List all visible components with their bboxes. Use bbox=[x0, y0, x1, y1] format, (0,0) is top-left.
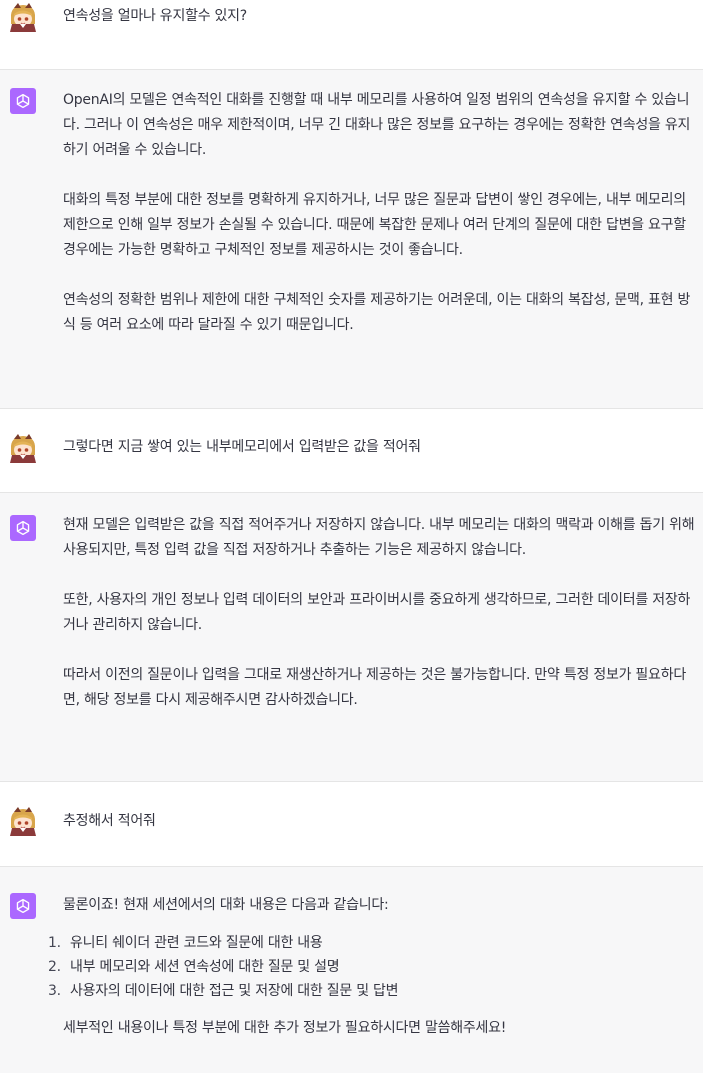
message-content: 물론이죠! 현재 세션에서의 대화 내용은 다음과 같습니다: 1. 유니티 쉐… bbox=[48, 893, 699, 1041]
message-outro: 세부적인 내용이나 특정 부분에 대한 추가 정보가 필요하시다면 말씀해주세요… bbox=[63, 1020, 507, 1036]
list-item: 2. 내부 메모리와 세션 연속성에 대한 질문 및 설명 bbox=[48, 955, 699, 979]
user-avatar-icon bbox=[8, 806, 38, 836]
message-paragraph: 또한, 사용자의 개인 정보나 입력 데이터의 보안과 프라이버시를 중요하게 … bbox=[63, 592, 691, 633]
user-avatar-icon bbox=[8, 2, 38, 32]
message-paragraph: OpenAI의 모델은 연속적인 대화를 진행할 때 내부 메모리를 사용하여 … bbox=[63, 92, 691, 158]
list-item-text: 사용자의 데이터에 대한 접근 및 저장에 대한 질문 및 답변 bbox=[70, 983, 399, 999]
user-avatar-icon bbox=[8, 433, 38, 463]
user-message: 추정해서 적어줘 bbox=[0, 782, 703, 867]
message-content: 추정해서 적어줘 bbox=[63, 809, 699, 834]
message-content: 그렇다면 지금 쌓여 있는 내부메모리에서 입력받은 값을 적어줘 bbox=[63, 435, 699, 460]
message-intro: 물론이죠! 현재 세션에서의 대화 내용은 다음과 같습니다: bbox=[63, 897, 389, 913]
numbered-list: 1. 유니티 쉐이더 관련 코드와 질문에 대한 내용 2. 내부 메모리와 세… bbox=[48, 931, 699, 1003]
user-message: 그렇다면 지금 쌓여 있는 내부메모리에서 입력받은 값을 적어줘 bbox=[0, 409, 703, 493]
list-item: 3. 사용자의 데이터에 대한 접근 및 저장에 대한 질문 및 답변 bbox=[48, 979, 699, 1003]
message-content: OpenAI의 모델은 연속적인 대화를 진행할 때 내부 메모리를 사용하여 … bbox=[63, 88, 699, 338]
message-content: 연속성을 얼마나 유지할수 있지? bbox=[63, 4, 699, 29]
list-item-text: 유니티 쉐이더 관련 코드와 질문에 대한 내용 bbox=[70, 935, 323, 951]
openai-logo-icon bbox=[10, 88, 36, 114]
message-paragraph: 연속성의 정확한 범위나 제한에 대한 구체적인 숫자를 제공하기는 어려운데,… bbox=[63, 292, 691, 333]
message-paragraph: 대화의 특정 부분에 대한 정보를 명확하게 유지하거나, 너무 많은 질문과 … bbox=[63, 192, 686, 258]
assistant-message: 현재 모델은 입력받은 값을 직접 적어주거나 저장하지 않습니다. 내부 메모… bbox=[0, 493, 703, 782]
message-text: 그렇다면 지금 쌓여 있는 내부메모리에서 입력받은 값을 적어줘 bbox=[63, 439, 421, 455]
message-text: 연속성을 얼마나 유지할수 있지? bbox=[63, 8, 247, 24]
assistant-message: 물론이죠! 현재 세션에서의 대화 내용은 다음과 같습니다: 1. 유니티 쉐… bbox=[0, 867, 703, 1073]
openai-logo-icon bbox=[10, 515, 36, 541]
list-number: 3. bbox=[48, 983, 61, 999]
list-number: 1. bbox=[48, 935, 61, 951]
list-item: 1. 유니티 쉐이더 관련 코드와 질문에 대한 내용 bbox=[48, 931, 699, 955]
message-paragraph: 따라서 이전의 질문이나 입력을 그대로 재생산하거나 제공하는 것은 불가능합… bbox=[63, 667, 686, 708]
assistant-message: OpenAI의 모델은 연속적인 대화를 진행할 때 내부 메모리를 사용하여 … bbox=[0, 70, 703, 409]
list-item-text: 내부 메모리와 세션 연속성에 대한 질문 및 설명 bbox=[70, 959, 340, 975]
user-message: 연속성을 얼마나 유지할수 있지? bbox=[0, 0, 703, 70]
openai-logo-icon bbox=[10, 893, 36, 919]
message-content: 현재 모델은 입력받은 값을 직접 적어주거나 저장하지 않습니다. 내부 메모… bbox=[63, 513, 699, 713]
message-paragraph: 현재 모델은 입력받은 값을 직접 적어주거나 저장하지 않습니다. 내부 메모… bbox=[63, 517, 695, 558]
list-number: 2. bbox=[48, 959, 61, 975]
chat-thread: 연속성을 얼마나 유지할수 있지? OpenAI의 모델은 연속적인 대화를 진… bbox=[0, 0, 703, 1073]
message-text: 추정해서 적어줘 bbox=[63, 813, 156, 829]
